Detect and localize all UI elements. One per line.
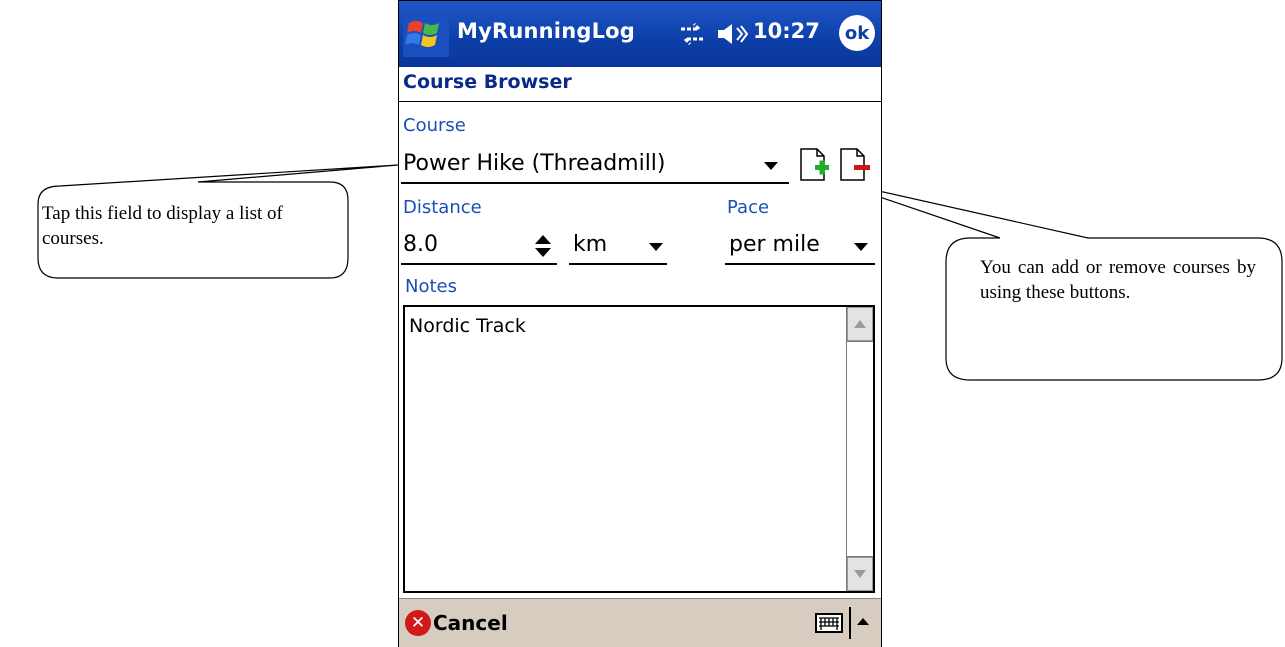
scroll-track[interactable]: [847, 341, 873, 557]
notes-text[interactable]: Nordic Track: [409, 315, 526, 337]
chevron-down-icon[interactable]: [764, 162, 778, 170]
notes-scrollbar[interactable]: [846, 307, 873, 591]
chevron-down-icon[interactable]: [854, 243, 868, 251]
chevron-down-icon[interactable]: [649, 243, 663, 251]
clock[interactable]: 10:27: [753, 19, 820, 43]
scroll-down-icon: [854, 570, 866, 578]
menu-bar: ✕ Cancel: [399, 598, 881, 647]
app-title: MyRunningLog: [457, 19, 636, 43]
callout-left-text: Tap this field to display a list of cour…: [42, 203, 283, 249]
pace-dropdown-value[interactable]: per mile: [729, 232, 820, 257]
pda-screen: MyRunningLog 10:27 ok Course Browser Cou…: [398, 0, 882, 647]
notes-label: Notes: [405, 276, 457, 297]
course-dropdown-underline: [401, 182, 789, 184]
course-label: Course: [403, 115, 466, 136]
connectivity-icon[interactable]: [677, 21, 707, 47]
cancel-button[interactable]: Cancel: [433, 611, 508, 635]
keyboard-icon[interactable]: [815, 613, 843, 633]
scroll-up-button[interactable]: [847, 307, 873, 341]
add-document-icon[interactable]: [797, 147, 833, 183]
spinner-arrows-icon[interactable]: [533, 233, 553, 259]
windows-flag-icon[interactable]: [403, 11, 449, 57]
distance-underline: [401, 263, 557, 265]
title-divider: [399, 101, 881, 102]
distance-label: Distance: [403, 197, 482, 218]
scroll-up-icon: [854, 320, 866, 328]
chevron-up-icon[interactable]: [857, 618, 869, 625]
remove-document-icon[interactable]: [837, 147, 873, 183]
page-title: Course Browser: [403, 71, 572, 93]
notes-textarea[interactable]: Nordic Track: [403, 305, 875, 593]
callout-right-text: You can add or remove courses by using t…: [980, 257, 1256, 303]
unit-dropdown-value[interactable]: km: [573, 232, 607, 257]
ok-button[interactable]: ok: [839, 15, 875, 51]
unit-dropdown-underline: [569, 263, 667, 265]
volume-icon[interactable]: [715, 21, 749, 47]
scroll-down-button[interactable]: [847, 557, 873, 591]
close-icon[interactable]: ✕: [405, 610, 431, 636]
pace-dropdown-underline: [725, 263, 875, 265]
title-bar: MyRunningLog 10:27 ok: [399, 1, 881, 67]
menu-separator: [849, 607, 851, 639]
distance-input[interactable]: 8.0: [403, 232, 438, 257]
course-dropdown-value[interactable]: Power Hike (Threadmill): [403, 151, 666, 176]
pace-label: Pace: [727, 197, 770, 218]
